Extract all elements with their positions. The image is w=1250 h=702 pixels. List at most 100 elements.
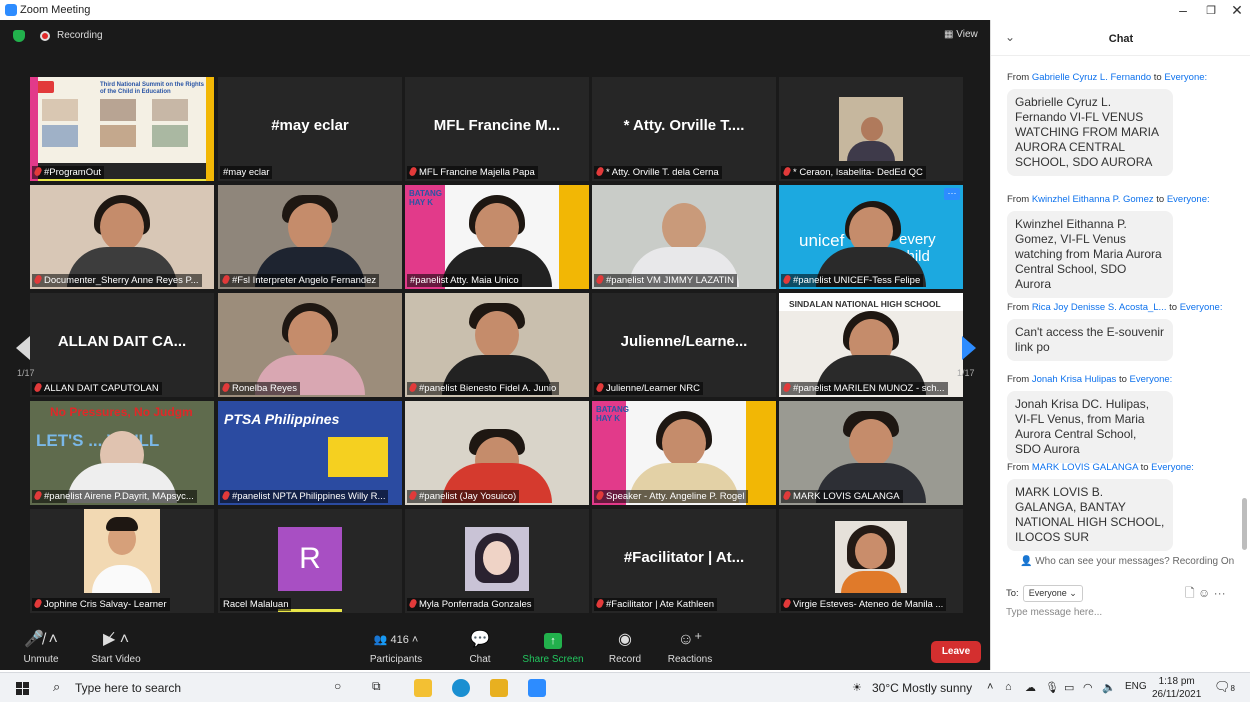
muted-mic-icon <box>595 490 605 501</box>
sticky-app-icon[interactable] <box>490 679 508 697</box>
video-tile[interactable]: Third National Summit on the Rights of t… <box>30 77 214 181</box>
video-tile[interactable]: BATANG HAY K Speaker - Atty. Angeline P.… <box>592 401 776 505</box>
chat-scrollbar[interactable] <box>1242 498 1247 550</box>
search-placeholder: Type here to search <box>75 681 182 695</box>
previous-page-arrow[interactable] <box>16 336 30 360</box>
video-tile[interactable]: #may eclar #may eclar <box>218 77 402 181</box>
video-tile[interactable]: unicef every child ··· #panelist UNICEF-… <box>779 185 963 289</box>
ptsa-logo: PTSA Philippines <box>224 411 340 427</box>
chat-button[interactable]: 💬 Chat <box>462 630 498 665</box>
video-tile[interactable]: MARK LOVIS GALANGA <box>779 401 963 505</box>
mic-tray-icon[interactable]: 🎙 <box>1045 681 1059 694</box>
tray-chevron-icon[interactable]: ˄ <box>987 681 993 693</box>
recipient-name[interactable]: Everyone: <box>1167 194 1210 205</box>
video-tile[interactable]: Documenter_Sherry Anne Reyes P... <box>30 185 214 289</box>
video-feed <box>84 509 160 593</box>
view-button[interactable]: ▦ View <box>944 29 978 40</box>
share-screen-button[interactable]: ↑ Share Screen <box>520 630 586 665</box>
close-icon[interactable]: ✕ <box>1222 2 1250 19</box>
cloud-icon[interactable]: ☁ <box>1025 681 1036 694</box>
recipient-name[interactable]: Everyone: <box>1130 374 1173 385</box>
taskbar-clock[interactable]: 1:18 pm 26/11/2021 <box>1152 675 1201 701</box>
chat-message-text: Can't access the E-souvenir link po <box>1007 319 1173 361</box>
video-tile[interactable]: BATANG HAY K #panelist Atty. Maia Unico <box>405 185 589 289</box>
record-label: Record <box>608 654 642 665</box>
file-icon[interactable]: 🗋 <box>1185 586 1195 600</box>
video-tile[interactable]: #panelist Bienesto Fidel A. Junio <box>405 293 589 397</box>
video-tile[interactable]: Virgie Esteves- Ateneo de Manila ... <box>779 509 963 613</box>
more-options-icon[interactable]: ··· <box>944 188 960 200</box>
recipient-name[interactable]: Everyone: <box>1151 462 1194 473</box>
video-tile[interactable]: Jophine Cris Salvay- Learner <box>30 509 214 613</box>
zoom-taskbar-icon[interactable] <box>528 679 546 697</box>
participant-name: #ProgramOut <box>32 166 105 179</box>
emoji-icon[interactable]: ☺ <box>1198 586 1210 600</box>
video-tile[interactable]: #panelist (Jay Yosuico) <box>405 401 589 505</box>
leave-button[interactable]: Leave <box>931 641 981 663</box>
search-icon: ⌕ <box>53 679 61 694</box>
video-tile[interactable]: * Ceraon, Isabelita- DedEd QC <box>779 77 963 181</box>
share-screen-label: Share Screen <box>522 654 584 665</box>
video-tile[interactable]: R Racel Malaluan <box>218 509 402 613</box>
video-tile[interactable]: PTSA Philippines #panelist NPTA Philippi… <box>218 401 402 505</box>
file-explorer-icon[interactable] <box>414 679 432 697</box>
muted-mic-icon <box>782 382 792 393</box>
chat-header: ⌄ Chat <box>991 20 1250 56</box>
notifications-icon[interactable]: 🗨8 <box>1214 679 1235 695</box>
banner-text: No Pressures, No Judgm <box>50 405 193 419</box>
muted-mic-icon <box>33 598 43 609</box>
battery-icon[interactable]: ▭ <box>1064 681 1074 694</box>
video-tile[interactable]: Myla Ponferrada Gonzales <box>405 509 589 613</box>
sender-name[interactable]: Kwinzhel Eithanna P. Gomez <box>1032 194 1154 205</box>
chat-message: From Rica Joy Denisse S. Acosta_L... to … <box>1007 302 1243 361</box>
recipient-name[interactable]: Everyone: <box>1164 72 1207 83</box>
sender-name[interactable]: Jonah Krisa Hulipas <box>1032 374 1117 385</box>
minimize-icon[interactable]: – <box>1168 2 1198 18</box>
sender-name[interactable]: Rica Joy Denisse S. Acosta_L... <box>1032 302 1167 313</box>
video-tile[interactable]: #Facilitator | At... #Facilitator | Ate … <box>592 509 776 613</box>
video-tile[interactable]: ALLAN DAIT CA... ALLAN DAIT CAPUTOLAN <box>30 293 214 397</box>
encryption-shield-icon[interactable] <box>13 30 25 42</box>
chat-panel: ⌄ Chat From Gabrielle Cyruz L. Fernando … <box>990 20 1250 670</box>
taskbar-search[interactable]: ⌕ Type here to search <box>45 673 315 702</box>
recipient-name[interactable]: Everyone: <box>1180 302 1223 313</box>
network-icon[interactable]: ⌂ <box>1005 681 1012 693</box>
volume-icon[interactable]: 🔈 <box>1102 681 1116 694</box>
task-view-icon[interactable]: ⧉ <box>372 679 381 694</box>
chat-message-input[interactable]: Type message here... <box>1006 607 1102 618</box>
participant-name: #panelist Bienesto Fidel A. Junio <box>407 382 560 395</box>
mic-muted-icon: 🎤̸ ˄ <box>24 631 58 648</box>
recipient-dropdown[interactable]: Everyone ⌄ <box>1022 585 1083 602</box>
video-tile[interactable]: No Pressures, No Judgm LET'S ... WE'LL #… <box>30 401 214 505</box>
chat-tools: 🗋 ☺ ··· <box>1185 584 1226 605</box>
who-can-see-link[interactable]: 👤 Who can see your messages? Recording O… <box>1020 556 1234 567</box>
video-tile[interactable]: MFL Francine M... MFL Francine Majella P… <box>405 77 589 181</box>
chat-message: From Jonah Krisa Hulipas to Everyone: Jo… <box>1007 374 1243 463</box>
weather-text[interactable]: 30°C Mostly sunny <box>872 681 972 695</box>
participant-display-name: #may eclar <box>271 117 349 134</box>
chat-title: Chat <box>1108 33 1134 45</box>
video-tile[interactable]: * Atty. Orville T.... * Atty. Orville T.… <box>592 77 776 181</box>
sender-name[interactable]: MARK LOVIS GALANGA <box>1032 462 1138 473</box>
participants-button[interactable]: 👥 416 ˄ Participants <box>365 630 427 665</box>
chat-message-header: From Rica Joy Denisse S. Acosta_L... to … <box>1007 302 1223 313</box>
video-tile[interactable]: Ronelba Reyes <box>218 293 402 397</box>
reactions-button[interactable]: ☺⁺ Reactions <box>664 630 716 665</box>
video-tile[interactable]: #Fsl Interpreter Angelo Fernandez <box>218 185 402 289</box>
video-tile[interactable]: #panelist VM JIMMY LAZATIN <box>592 185 776 289</box>
next-page-arrow[interactable] <box>962 336 976 360</box>
video-tile[interactable]: SINDALAN NATIONAL HIGH SCHOOL #panelist … <box>779 293 963 397</box>
video-off-icon: ▶̸ ˄ <box>102 631 130 648</box>
record-button[interactable]: ◉ Record <box>605 630 645 665</box>
edge-browser-icon[interactable] <box>452 679 470 697</box>
unmute-button[interactable]: 🎤̸ ˄ Unmute <box>20 630 62 665</box>
sender-name[interactable]: Gabrielle Cyruz L. Fernando <box>1032 72 1151 83</box>
language-indicator[interactable]: ENG <box>1125 681 1147 692</box>
start-video-button[interactable]: ▶̸ ˄ Start Video <box>86 630 146 665</box>
participant-name: Ronelba Reyes <box>220 382 300 395</box>
more-icon[interactable]: ··· <box>1214 586 1226 600</box>
wifi-icon[interactable]: ◠ <box>1083 681 1093 694</box>
cortana-icon[interactable]: ○ <box>334 679 341 693</box>
video-tile[interactable]: Julienne/Learne... Julienne/Learner NRC <box>592 293 776 397</box>
windows-start-icon[interactable] <box>16 682 29 695</box>
